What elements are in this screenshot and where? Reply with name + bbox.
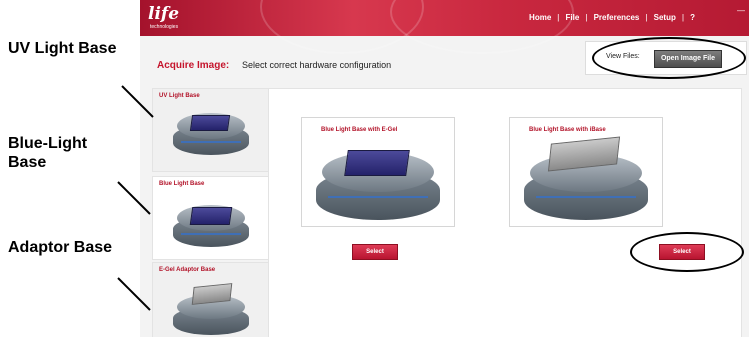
highlight-oval-open-button xyxy=(592,37,746,79)
highlight-oval-select-button xyxy=(630,232,744,272)
pointer-line-adaptor xyxy=(117,277,151,311)
pointer-line-blue xyxy=(117,181,151,215)
pointer-line-uv xyxy=(121,85,154,118)
